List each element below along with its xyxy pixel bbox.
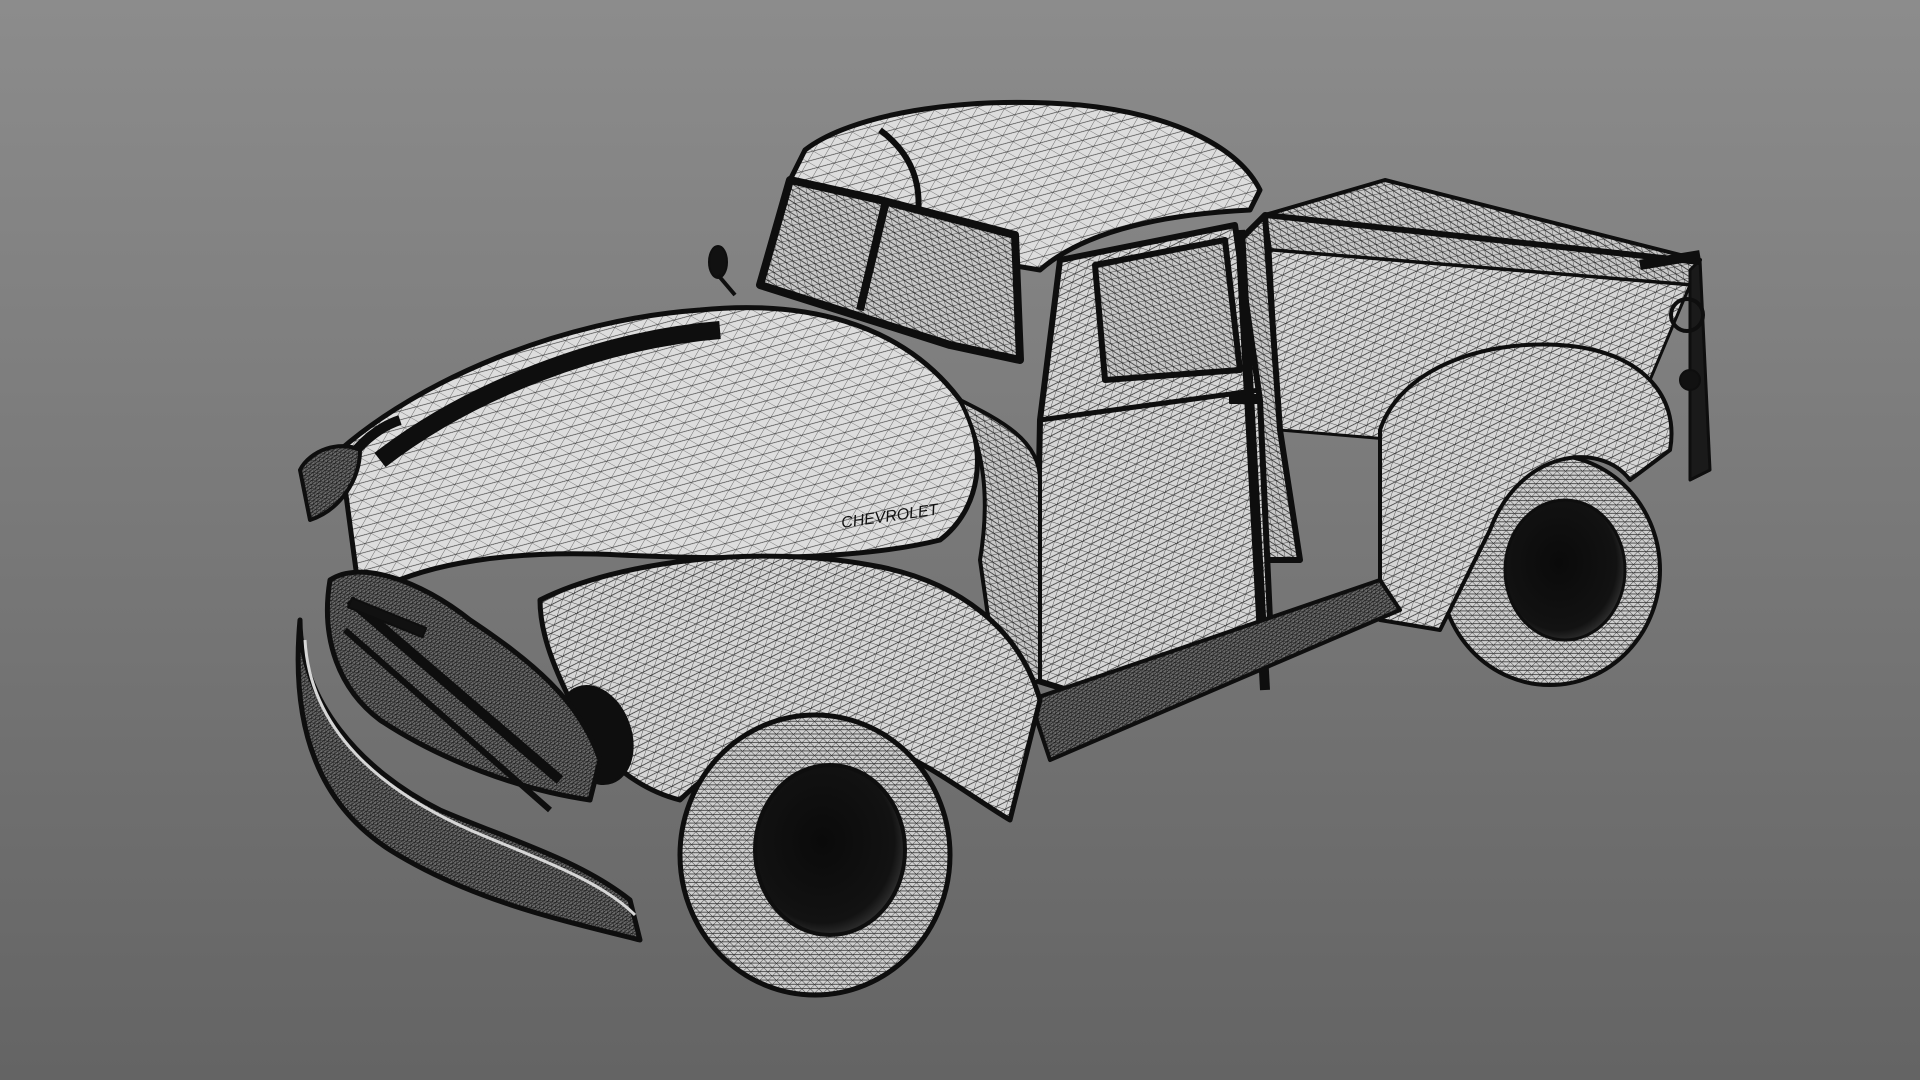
truck-render: CHEVROLET xyxy=(0,0,1920,1080)
front-wheel xyxy=(677,712,953,998)
3d-viewport[interactable]: CHEVROLET xyxy=(0,0,1920,1080)
